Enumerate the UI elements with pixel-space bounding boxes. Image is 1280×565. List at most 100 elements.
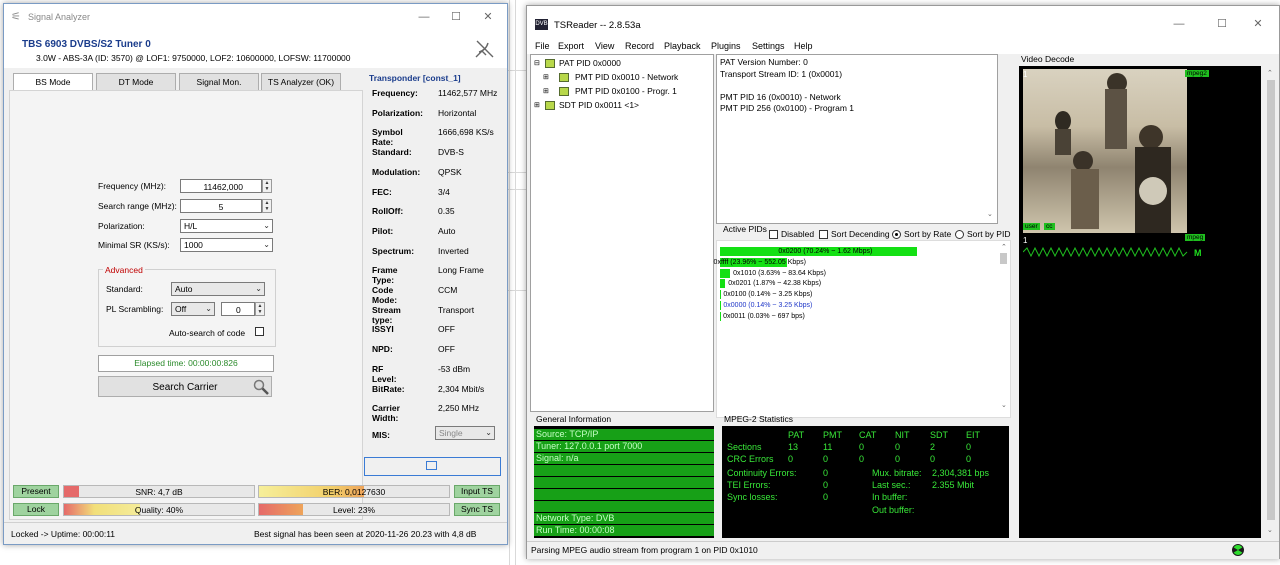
close-icon[interactable]: ✕ — [473, 8, 503, 26]
pid-rate-label[interactable]: 0x0000 (0.14% ~ 3.25 Kbps) — [723, 302, 812, 309]
info-line: PMT PID 16 (0x0010) - Network — [720, 91, 841, 102]
pid-rate-label[interactable]: 0x0201 (1.87% ~ 42.38 Kbps) — [728, 280, 821, 287]
info-band — [534, 501, 714, 512]
frequency-label: Frequency (MHz): — [98, 181, 167, 191]
standard-select[interactable]: Auto ⌄ — [171, 282, 265, 296]
pl-number-spinner[interactable]: ▲ ▼ — [255, 302, 265, 316]
folder-icon — [559, 73, 569, 82]
crc-nit: 0 — [895, 454, 901, 464]
sync-label: Sync losses: — [727, 492, 778, 502]
menu-plugins[interactable]: Plugins — [711, 41, 741, 51]
sort-pid-radio[interactable] — [955, 230, 964, 239]
pl-number-input[interactable]: 0 — [221, 302, 255, 316]
maximize-icon[interactable]: ☐ — [1207, 15, 1237, 33]
menu-help[interactable]: Help — [794, 41, 813, 51]
status-bar: Parsing MPEG audio stream from program 1… — [527, 541, 1279, 559]
close-icon[interactable]: ✕ — [1243, 15, 1273, 33]
disabled-checkbox[interactable] — [769, 230, 778, 239]
menu-file[interactable]: File — [535, 41, 550, 51]
transponder-value: 2,250 MHz — [438, 403, 480, 414]
scroll-down-icon[interactable]: ⌄ — [1001, 401, 1007, 409]
frequency-spinner[interactable]: ▲ ▼ — [262, 179, 272, 193]
snr-label: SNR: 4,7 dB — [135, 487, 183, 497]
tab-dt-mode[interactable]: DT Mode — [96, 73, 176, 91]
menu-export[interactable]: Export — [558, 41, 584, 51]
tab-bs-mode[interactable]: BS Mode — [13, 73, 93, 91]
tree-item-sdt[interactable]: SDT PID 0x0011 <1> — [559, 100, 639, 110]
search-range-spinner[interactable]: ▲ ▼ — [262, 199, 272, 213]
menu-settings[interactable]: Settings — [752, 41, 785, 51]
title-bar[interactable]: ⚟ Signal Analyzer — ☐ ✕ — [4, 4, 507, 30]
tree-item-pat[interactable]: PAT PID 0x0000 — [559, 58, 621, 68]
mis-select[interactable]: Single ⌄ — [435, 426, 495, 440]
title-bar[interactable]: DVB TSReader -- 2.8.53a — ☐ ✕ — [527, 6, 1279, 39]
transponder-key: Stream type: — [372, 304, 401, 325]
info-band — [534, 465, 714, 476]
pid-rate-label[interactable]: 0xffff (23.96% ~ 552.05 Kbps) — [714, 259, 806, 266]
autosearch-checkbox[interactable] — [255, 327, 264, 336]
transponder-value: Auto — [438, 225, 456, 236]
pid-rate-label[interactable]: 0x0100 (0.14% ~ 3.25 Kbps) — [723, 291, 812, 298]
sort-desc-checkbox[interactable] — [819, 230, 828, 239]
minimize-icon[interactable]: — — [409, 8, 439, 26]
crc-cat: 0 — [859, 454, 865, 464]
maximize-icon[interactable]: ☐ — [441, 8, 471, 26]
user-tag: user — [1023, 223, 1040, 230]
pl-scrambling-select[interactable]: Off ⌄ — [171, 302, 215, 316]
transponder-value: Transport — [438, 304, 475, 315]
info-band — [534, 489, 714, 500]
constellation-button[interactable] — [364, 457, 501, 476]
collapse-icon[interactable]: ⊟ — [534, 59, 540, 67]
pl-scrambling-label: PL Scrambling: — [106, 304, 164, 314]
sections-label: Sections — [727, 442, 762, 452]
mpeg2-tag: mpeg2 — [1185, 70, 1209, 77]
expand-icon[interactable]: ⊞ — [534, 101, 540, 109]
mis-label: MIS: — [372, 430, 390, 440]
scrollbar-thumb[interactable] — [1267, 80, 1275, 520]
chevron-down-icon: ⌄ — [255, 284, 262, 293]
minimize-icon[interactable]: — — [1164, 15, 1194, 33]
expand-icon[interactable]: ⊞ — [543, 87, 549, 95]
tab-ts-analyzer[interactable]: TS Analyzer (OK) — [261, 73, 341, 91]
transponder-value: Horizontal — [438, 107, 477, 118]
search-range-input[interactable]: 5 — [180, 199, 262, 213]
scroll-up-icon[interactable]: ⌃ — [1267, 69, 1273, 77]
crc-pmt: 0 — [823, 454, 829, 464]
footer-divider — [4, 522, 507, 523]
sort-rate-radio[interactable] — [892, 230, 901, 239]
device-header: TBS 6903 DVBS/S2 Tuner 0 3.0W - ABS-3A (… — [4, 30, 507, 68]
crc-sdt: 0 — [930, 454, 936, 464]
info-line — [720, 80, 854, 92]
expand-icon[interactable]: ⊞ — [543, 73, 549, 81]
menu-playback[interactable]: Playback — [664, 41, 701, 51]
transponder-key: Frame Type: — [372, 265, 398, 286]
advanced-title: Advanced — [103, 265, 145, 275]
menu-record[interactable]: Record — [625, 41, 654, 51]
elapsed-time: Elapsed time: 00:00:00:826 — [98, 355, 274, 372]
polarization-select[interactable]: H/L ⌄ — [180, 219, 273, 233]
out-buffer-label: Out buffer: — [872, 505, 915, 515]
transponder-key: Standard: — [372, 147, 412, 158]
pid-rate-label[interactable]: 0x1010 (3.63% ~ 83.64 Kbps) — [733, 270, 826, 277]
sections-sdt: 2 — [930, 442, 936, 452]
status-text: Parsing MPEG audio stream from program 1… — [531, 545, 758, 555]
tree-item-pmt-program[interactable]: PMT PID 0x0100 - Progr. 1 — [575, 86, 677, 96]
right-scrollbar[interactable]: ⌃ ⌄ — [1265, 66, 1277, 538]
scrollbar-thumb[interactable] — [1000, 253, 1007, 264]
frequency-input[interactable]: 11462,000 — [180, 179, 262, 193]
pid-rate-label[interactable]: 0x0200 (70.24% ~ 1.62 Mbps) — [778, 248, 872, 255]
in-buffer-label: In buffer: — [872, 492, 908, 502]
menu-view[interactable]: View — [595, 41, 614, 51]
tree-item-pmt-network[interactable]: PMT PID 0x0010 - Network — [575, 72, 678, 82]
tab-signal-mon[interactable]: Signal Mon. — [179, 73, 259, 91]
scroll-up-icon[interactable]: ⌃ — [1001, 243, 1007, 251]
video-scene — [1055, 73, 1171, 233]
scroll-down-icon[interactable]: ⌄ — [1267, 526, 1273, 534]
min-sr-select[interactable]: 1000 ⌄ — [180, 238, 273, 252]
active-pids-panel: 0x0200 (70.24% ~ 1.62 Mbps) 0xffff (23.96… — [714, 240, 1011, 418]
search-carrier-button[interactable]: Search Carrier — [98, 376, 272, 397]
transponder-key: NPD: — [372, 344, 393, 355]
tei-value: 0 — [823, 480, 829, 490]
pid-rate-label[interactable]: 0x0011 (0.03% ~ 697 bps) — [723, 313, 805, 320]
scroll-down-icon[interactable]: ⌄ — [987, 210, 993, 218]
